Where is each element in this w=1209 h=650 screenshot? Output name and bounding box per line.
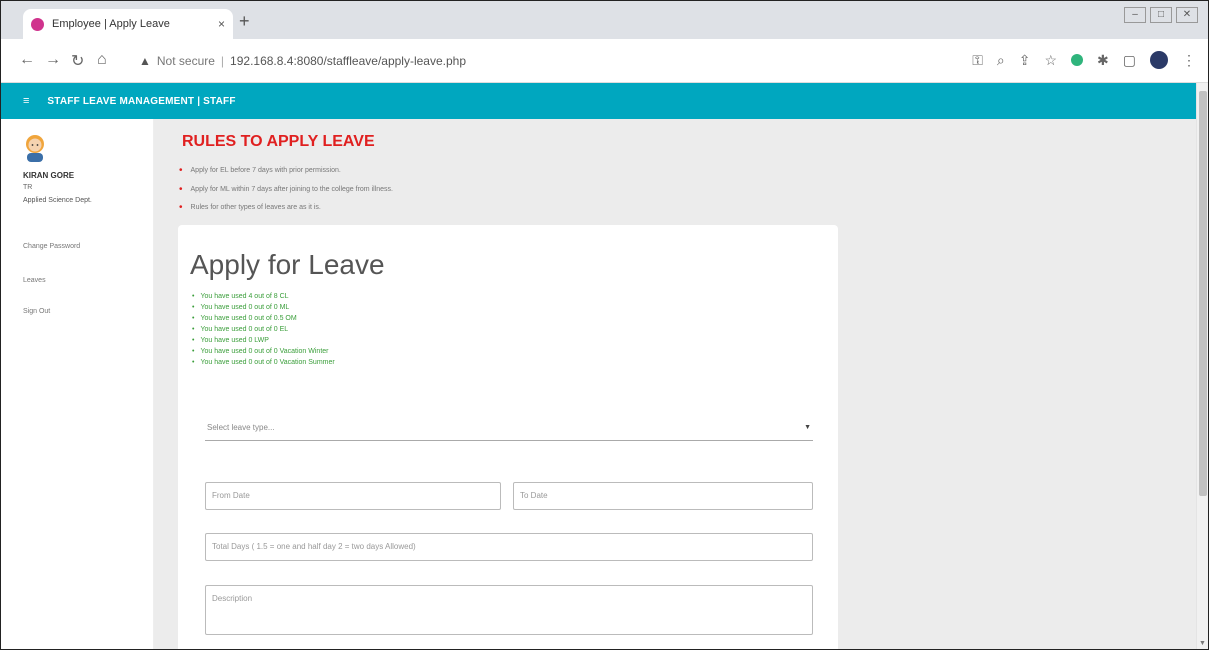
- leave-usage-item: • You have used 0 out of 0 Vacation Winte…: [192, 348, 329, 355]
- forward-icon[interactable]: →: [45, 51, 61, 69]
- kebab-menu-icon[interactable]: ⋮: [1182, 52, 1196, 69]
- toolbar-icons: ⚿ ⌕ ⇪ ☆ ✱ ▢ ⋮: [972, 51, 1196, 69]
- leave-usage-text: You have used 0 out of 0 ML: [200, 304, 290, 311]
- user-department: Applied Science Dept.: [23, 197, 92, 204]
- app-title: STAFF LEAVE MANAGEMENT | STAFF: [47, 95, 236, 107]
- leave-usage-item: • You have used 0 out of 0 Vacation Summe…: [192, 359, 335, 366]
- bookmark-star-icon[interactable]: ☆: [1044, 52, 1057, 69]
- browser-tab[interactable]: Employee | Apply Leave ×: [23, 9, 233, 39]
- leave-usage-text: You have used 0 LWP: [200, 337, 269, 344]
- extensions-puzzle-icon[interactable]: ✱: [1097, 52, 1109, 69]
- leave-usage-text: You have used 0 out of 0 Vacation Summer: [200, 359, 335, 366]
- main-content: RULES TO APPLY LEAVE • Apply for EL befo…: [154, 119, 1198, 649]
- leave-usage-text: You have used 0 out of 0 Vacation Winter: [200, 348, 329, 355]
- scroll-down-icon[interactable]: ▼: [1199, 640, 1206, 647]
- leave-usage-item: • You have used 0 LWP: [192, 337, 269, 344]
- home-icon[interactable]: ⌂: [97, 51, 107, 69]
- sidebar: KIRAN GORE TR Applied Science Dept. Chan…: [1, 119, 154, 649]
- sidebar-panel-icon[interactable]: ▢: [1123, 52, 1136, 69]
- address-bar: ← → ↻ ⌂ ▲ Not secure | 192.168.8.4:8080/…: [1, 39, 1208, 83]
- leave-usage-item: • You have used 0 out of 0 EL: [192, 326, 289, 333]
- profile-avatar-icon[interactable]: [1150, 51, 1168, 69]
- from-date-field[interactable]: From Date: [205, 482, 501, 510]
- leave-usage-item: • You have used 4 out of 8 CL: [192, 293, 289, 300]
- new-tab-button[interactable]: +: [239, 11, 250, 32]
- rule-item: • Rules for other types of leaves are as…: [179, 202, 321, 213]
- leave-type-select[interactable]: Select leave type... ▼: [205, 415, 813, 441]
- user-role: TR: [23, 184, 33, 191]
- sidebar-item-change-password[interactable]: Change Password: [23, 243, 80, 250]
- dropdown-arrow-icon: ▼: [804, 424, 811, 431]
- share-icon[interactable]: ⇪: [1019, 52, 1031, 69]
- rule-item: • Apply for EL before 7 days with prior …: [179, 165, 341, 176]
- window-controls: – □ ✕: [1124, 7, 1198, 23]
- rules-title: RULES TO APPLY LEAVE: [182, 133, 375, 150]
- user-name: KIRAN GORE: [23, 171, 75, 180]
- rule-text: Rules for other types of leaves are as i…: [190, 204, 321, 211]
- scrollbar-thumb[interactable]: [1199, 91, 1207, 496]
- rule-text: Apply for ML within 7 days after joining…: [190, 186, 393, 193]
- rule-item: • Apply for ML within 7 days after joini…: [179, 184, 393, 195]
- leave-type-placeholder: Select leave type...: [207, 423, 275, 432]
- sidebar-item-leaves[interactable]: Leaves: [23, 277, 46, 284]
- close-window-icon[interactable]: ✕: [1176, 7, 1198, 23]
- menu-toggle-icon[interactable]: ≡: [23, 95, 29, 107]
- url-separator: |: [220, 54, 225, 68]
- minimize-icon[interactable]: –: [1124, 7, 1146, 23]
- favicon-icon: [31, 17, 44, 31]
- to-date-field[interactable]: To Date: [513, 482, 813, 510]
- tab-bar: Employee | Apply Leave × + – □ ✕: [1, 1, 1208, 39]
- app-header: ≡ STAFF LEAVE MANAGEMENT | STAFF: [1, 83, 1198, 119]
- back-icon[interactable]: ←: [19, 51, 35, 69]
- bullet-icon: •: [179, 165, 183, 176]
- zoom-icon[interactable]: ⌕: [997, 52, 1005, 69]
- sidebar-item-sign-out[interactable]: Sign Out: [23, 308, 50, 315]
- security-label: Not secure: [156, 54, 215, 68]
- url-text: 192.168.8.4:8080/staffleave/apply-leave.…: [230, 54, 467, 68]
- page-scrollbar[interactable]: ▼: [1196, 83, 1208, 649]
- reload-icon[interactable]: ↻: [71, 51, 84, 71]
- bullet-icon: •: [179, 184, 183, 195]
- browser-window: Employee | Apply Leave × + – □ ✕ ← → ↻ ⌂…: [0, 0, 1209, 650]
- leave-usage-text: You have used 0 out of 0 EL: [200, 326, 289, 333]
- user-avatar-icon: [26, 135, 44, 162]
- tab-title: Employee | Apply Leave: [52, 18, 170, 30]
- rule-text: Apply for EL before 7 days with prior pe…: [190, 167, 341, 174]
- apply-leave-card: Apply for Leave • You have used 4 out of …: [178, 225, 838, 649]
- total-days-field[interactable]: Total Days ( 1.5 = one and half day 2 = …: [205, 533, 813, 561]
- description-field[interactable]: Description: [205, 585, 813, 635]
- bullet-icon: •: [179, 202, 183, 213]
- extension-green-icon[interactable]: [1071, 54, 1084, 66]
- page-title: Apply for Leave: [190, 249, 385, 280]
- url-field[interactable]: ▲ Not secure | 192.168.8.4:8080/stafflea…: [139, 47, 939, 75]
- leave-usage-text: You have used 4 out of 8 CL: [200, 293, 289, 300]
- key-icon[interactable]: ⚿: [972, 52, 983, 69]
- leave-usage-item: • You have used 0 out of 0 ML: [192, 304, 290, 311]
- leave-usage-item: • You have used 0 out of 0.5 OM: [192, 315, 297, 322]
- maximize-icon[interactable]: □: [1150, 7, 1172, 23]
- tab-close-button[interactable]: ×: [218, 17, 225, 31]
- leave-usage-text: You have used 0 out of 0.5 OM: [200, 315, 297, 322]
- warning-icon: ▲: [139, 54, 151, 68]
